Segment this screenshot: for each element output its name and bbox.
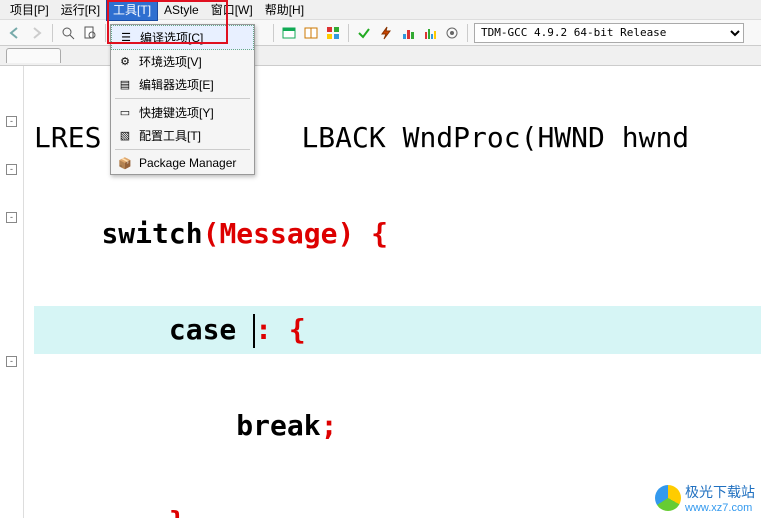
dropdown-package-manager[interactable]: 📦 Package Manager	[111, 152, 254, 174]
code-text: LRES	[34, 121, 101, 154]
code-brace: {	[289, 313, 306, 346]
search-doc-icon[interactable]	[81, 24, 99, 42]
menu-help[interactable]: 帮助[H]	[259, 0, 310, 20]
dropdown-config-tools[interactable]: ▧ 配置工具[T]	[111, 124, 254, 147]
code-keyword: case	[169, 313, 253, 346]
menu-run[interactable]: 运行[R]	[55, 0, 106, 20]
back-icon[interactable]	[6, 24, 24, 42]
menu-tools[interactable]: 工具[T]	[106, 0, 158, 21]
compile-icon: ☰	[118, 30, 134, 46]
dropdown-shortcuts[interactable]: ▭ 快捷键选项[Y]	[111, 101, 254, 124]
menu-project[interactable]: 项目[P]	[4, 0, 55, 20]
code-brace: }	[169, 505, 186, 518]
dropdown-separator	[115, 149, 250, 150]
fold-minus-icon[interactable]: -	[6, 116, 17, 127]
watermark: 极光下载站 www.xz7.com	[655, 482, 755, 514]
dropdown-label: Package Manager	[139, 156, 236, 170]
watermark-logo-icon	[655, 485, 681, 511]
dropdown-editor-options[interactable]: ▤ 编辑器选项[E]	[111, 73, 254, 96]
menu-window[interactable]: 窗口[W]	[205, 0, 259, 20]
fold-minus-icon[interactable]: -	[6, 212, 17, 223]
menubar: 项目[P] 运行[R] 工具[T] AStyle 窗口[W] 帮助[H]	[0, 0, 761, 20]
code-keyword: break	[236, 409, 320, 442]
chart-icon[interactable]	[399, 24, 417, 42]
file-tab[interactable]	[6, 48, 61, 63]
fold-minus-icon[interactable]: -	[6, 356, 17, 367]
chart2-icon[interactable]	[421, 24, 439, 42]
check-icon[interactable]	[355, 24, 373, 42]
forward-icon[interactable]	[28, 24, 46, 42]
dropdown-label: 编辑器选项[E]	[139, 76, 214, 93]
code-text: LBACK WndProc(HWND hwnd	[301, 121, 689, 154]
gutter: - - - -	[0, 66, 24, 518]
menu-astyle[interactable]: AStyle	[158, 1, 205, 19]
layout-icon[interactable]	[302, 24, 320, 42]
code-brace: {	[371, 217, 388, 250]
package-icon: 📦	[117, 155, 133, 171]
grid-icon[interactable]	[324, 24, 342, 42]
shortcut-icon: ▭	[117, 105, 133, 121]
compiler-select[interactable]: TDM-GCC 4.9.2 64-bit Release	[474, 23, 744, 43]
watermark-url: www.xz7.com	[685, 502, 755, 514]
code-punct: (Message)	[203, 217, 372, 250]
lightning-icon[interactable]	[377, 24, 395, 42]
dropdown-env-options[interactable]: ⚙ 环境选项[V]	[111, 50, 254, 73]
dropdown-label: 快捷键选项[Y]	[139, 104, 214, 121]
code-keyword: switch	[101, 217, 202, 250]
editor-icon: ▤	[117, 77, 133, 93]
dropdown-label: 编译选项[C]	[140, 29, 203, 46]
window-icon[interactable]	[280, 24, 298, 42]
dropdown-separator	[115, 98, 250, 99]
search-icon[interactable]	[59, 24, 77, 42]
tools-dropdown: ☰ 编译选项[C] ⚙ 环境选项[V] ▤ 编辑器选项[E] ▭ 快捷键选项[Y…	[110, 24, 255, 175]
dropdown-label: 配置工具[T]	[139, 127, 201, 144]
config-icon: ▧	[117, 128, 133, 144]
dropdown-label: 环境选项[V]	[139, 53, 202, 70]
watermark-name: 极光下载站	[685, 482, 755, 502]
fold-minus-icon[interactable]: -	[6, 164, 17, 175]
code-punct: ;	[321, 409, 338, 442]
code-punct: :	[255, 313, 289, 346]
dropdown-compile-options[interactable]: ☰ 编译选项[C]	[111, 25, 254, 50]
gear-icon[interactable]	[443, 24, 461, 42]
env-icon: ⚙	[117, 54, 133, 70]
